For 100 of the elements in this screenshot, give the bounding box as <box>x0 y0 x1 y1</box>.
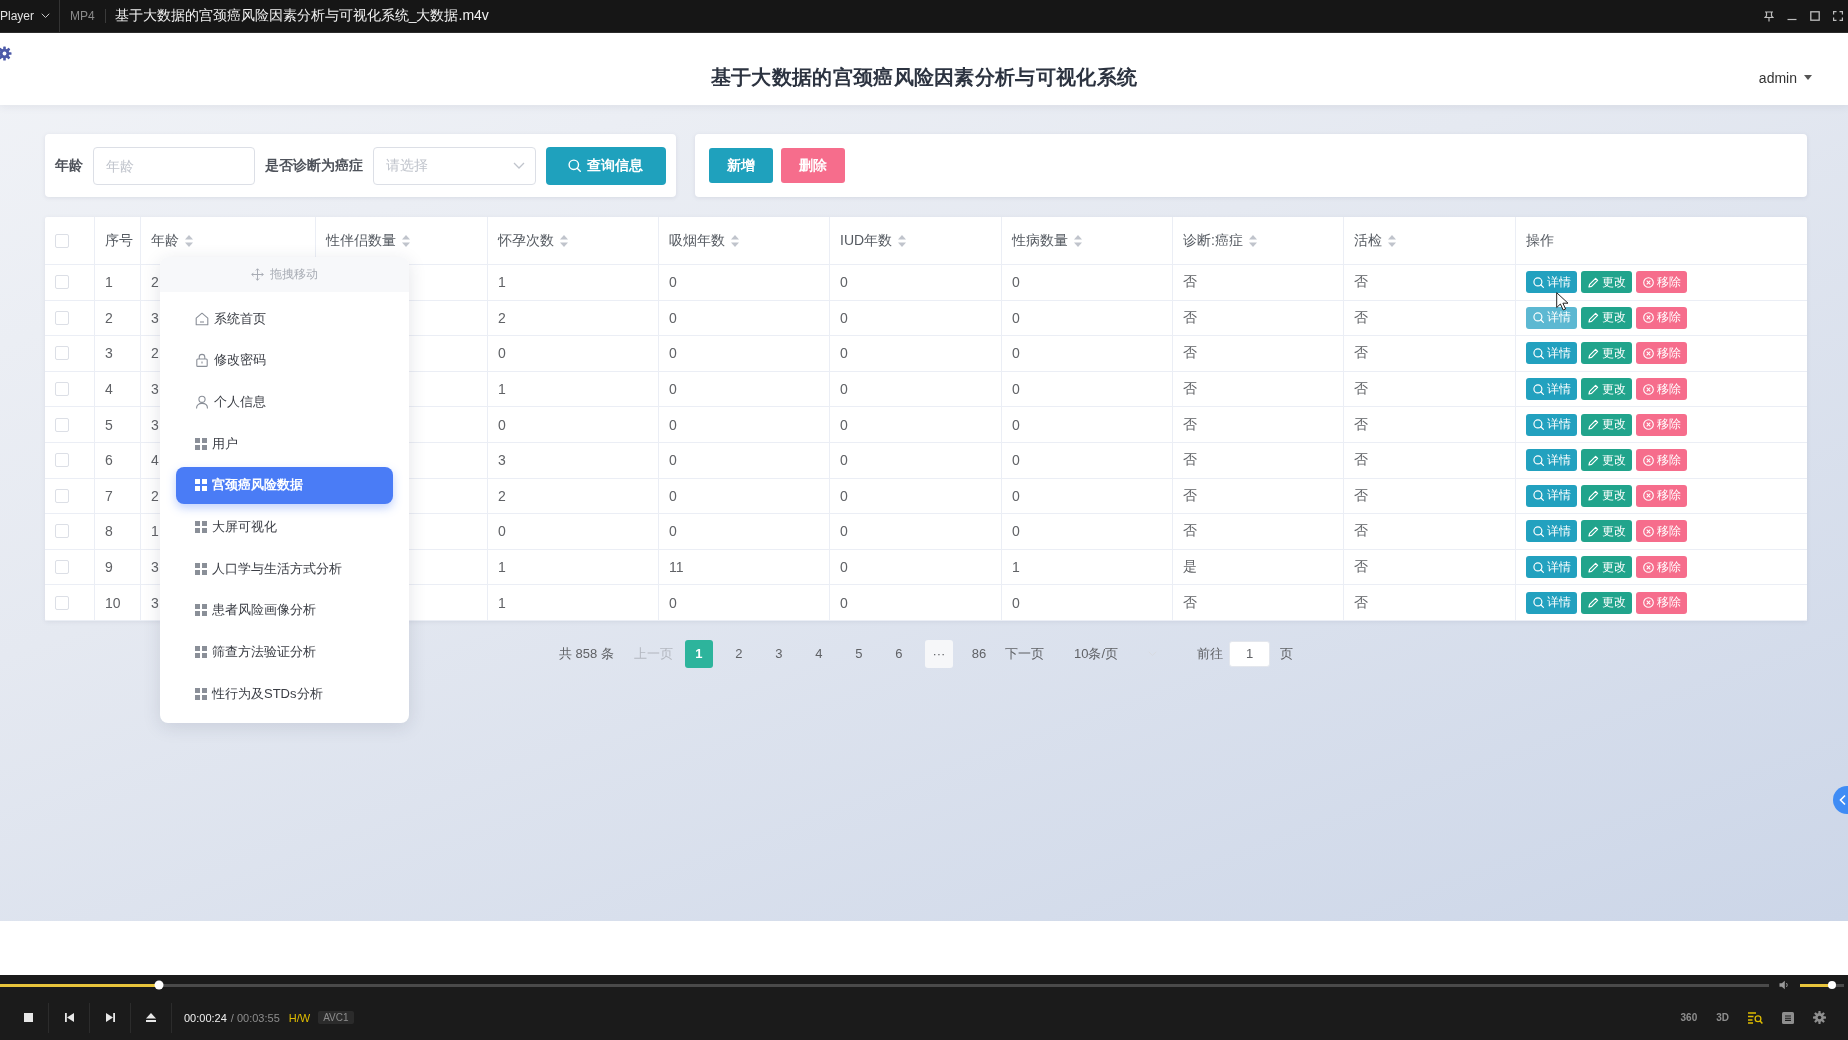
page-button[interactable]: 6 <box>884 639 913 668</box>
page-button[interactable]: 5 <box>844 639 873 668</box>
menu-item[interactable]: 性行为及STDs分析 <box>176 675 393 713</box>
column-header[interactable]: 年龄 <box>151 231 193 250</box>
page-button[interactable]: 3 <box>764 639 793 668</box>
sort-icon[interactable] <box>185 234 193 247</box>
user-menu[interactable]: admin <box>1752 68 1818 87</box>
more-pages-button[interactable]: ··· <box>924 639 953 668</box>
detail-button[interactable]: 详情 <box>1526 271 1577 294</box>
sort-icon[interactable] <box>560 234 568 247</box>
page-button[interactable]: 1 <box>684 639 713 668</box>
edit-button[interactable]: 更改 <box>1581 413 1632 436</box>
settings-icon[interactable] <box>1813 1011 1826 1024</box>
remove-button[interactable]: 移除 <box>1636 591 1687 614</box>
remove-button[interactable]: 移除 <box>1636 306 1687 329</box>
checkbox[interactable] <box>55 488 69 503</box>
search-button[interactable]: 查询信息 <box>545 146 666 185</box>
menu-item[interactable]: 筛查方法验证分析 <box>176 633 393 671</box>
next-page-button[interactable]: 下一页 <box>998 644 1050 663</box>
view-mode-button[interactable]: 3D <box>1716 1012 1729 1023</box>
checkbox[interactable] <box>55 346 69 361</box>
detail-button[interactable]: 详情 <box>1526 449 1577 472</box>
remove-button[interactable]: 移除 <box>1636 378 1687 401</box>
column-header[interactable]: 性伴侣数量 <box>326 231 410 250</box>
sort-icon[interactable] <box>898 234 907 247</box>
input-field[interactable]: 年龄 <box>93 146 255 185</box>
checkbox[interactable] <box>55 524 69 539</box>
page-button[interactable]: 2 <box>724 639 753 668</box>
collapse-tab-icon[interactable] <box>1833 786 1848 814</box>
edit-button[interactable]: 更改 <box>1581 306 1632 329</box>
detail-button[interactable]: 详情 <box>1526 342 1577 365</box>
player-menu[interactable]: Player <box>0 0 60 32</box>
edit-button[interactable]: 更改 <box>1581 378 1632 401</box>
column-header[interactable]: 诊断:癌症 <box>1183 231 1257 250</box>
checkbox[interactable] <box>55 382 69 397</box>
checkbox[interactable] <box>55 417 69 432</box>
edit-button[interactable]: 更改 <box>1581 591 1632 614</box>
edit-button[interactable]: 更改 <box>1581 484 1632 507</box>
column-header[interactable]: 怀孕次数 <box>498 231 568 250</box>
edit-button[interactable]: 更改 <box>1581 520 1632 543</box>
detail-button[interactable]: 详情 <box>1526 520 1577 543</box>
menu-item[interactable]: 个人信息 <box>176 383 393 421</box>
checkbox[interactable] <box>55 560 69 575</box>
sort-icon[interactable] <box>1388 234 1396 247</box>
remove-button[interactable]: 移除 <box>1636 520 1687 543</box>
view-mode-button[interactable]: 360 <box>1680 1012 1698 1023</box>
progress-handle[interactable] <box>154 980 164 990</box>
column-header[interactable]: IUD年数 <box>840 231 907 250</box>
column-header[interactable]: 活检 <box>1354 231 1396 250</box>
remove-button[interactable]: 移除 <box>1636 271 1687 294</box>
document-icon[interactable] <box>1782 1011 1794 1024</box>
page-button[interactable]: 4 <box>804 639 833 668</box>
checkbox[interactable] <box>55 233 69 248</box>
menu-item[interactable]: 患者风险画像分析 <box>176 591 393 629</box>
sort-icon[interactable] <box>731 234 739 247</box>
page-size-select[interactable]: 10条/页 <box>1073 644 1157 663</box>
add-button[interactable]: 新增 <box>709 148 773 183</box>
select-field[interactable]: 请选择 <box>373 146 536 185</box>
detail-button[interactable]: 详情 <box>1526 378 1577 401</box>
menu-item[interactable]: 修改密码 <box>176 341 393 379</box>
playlist-search-icon[interactable] <box>1748 1011 1763 1024</box>
menu-item[interactable]: 宫颈癌风险数据 <box>176 466 393 504</box>
detail-button[interactable]: 详情 <box>1526 413 1577 436</box>
sort-icon[interactable] <box>402 234 410 247</box>
checkbox[interactable] <box>55 310 69 325</box>
detail-button[interactable]: 详情 <box>1526 306 1577 329</box>
remove-button[interactable]: 移除 <box>1636 342 1687 365</box>
checkbox[interactable] <box>55 275 69 290</box>
edit-button[interactable]: 更改 <box>1581 449 1632 472</box>
detail-button[interactable]: 详情 <box>1526 591 1577 614</box>
fullscreen-icon[interactable] <box>1833 11 1843 21</box>
delete-button[interactable]: 删除 <box>781 148 845 183</box>
checkbox[interactable] <box>55 453 69 468</box>
sort-icon[interactable] <box>1074 234 1082 247</box>
page-input[interactable]: 1 <box>1229 640 1270 667</box>
drag-handle[interactable]: 拖拽移动 <box>160 257 409 292</box>
volume-icon[interactable] <box>1779 980 1790 990</box>
menu-item[interactable]: 系统首页 <box>176 300 393 337</box>
volume-handle[interactable] <box>1828 981 1837 989</box>
remove-button[interactable]: 移除 <box>1636 484 1687 507</box>
edit-button[interactable]: 更改 <box>1581 271 1632 294</box>
edit-button[interactable]: 更改 <box>1581 556 1632 579</box>
remove-button[interactable]: 移除 <box>1636 413 1687 436</box>
sort-icon[interactable] <box>1248 234 1257 247</box>
pin-icon[interactable] <box>1764 10 1774 22</box>
edit-button[interactable]: 更改 <box>1581 342 1632 365</box>
page-button[interactable]: 86 <box>964 639 993 668</box>
progress-track[interactable] <box>0 983 1769 987</box>
maximize-icon[interactable] <box>1810 11 1820 21</box>
detail-button[interactable]: 详情 <box>1526 556 1577 579</box>
column-header[interactable]: 性病数量 <box>1012 231 1082 250</box>
remove-button[interactable]: 移除 <box>1636 449 1687 472</box>
remove-button[interactable]: 移除 <box>1636 556 1687 579</box>
menu-item[interactable]: 大屏可视化 <box>176 508 393 546</box>
menu-item[interactable]: 人口学与生活方式分析 <box>176 550 393 588</box>
volume-track[interactable] <box>1800 983 1844 987</box>
column-header[interactable]: 吸烟年数 <box>669 231 739 250</box>
detail-button[interactable]: 详情 <box>1526 484 1577 507</box>
checkbox[interactable] <box>55 595 69 610</box>
menu-item[interactable]: 用户 <box>176 425 393 463</box>
